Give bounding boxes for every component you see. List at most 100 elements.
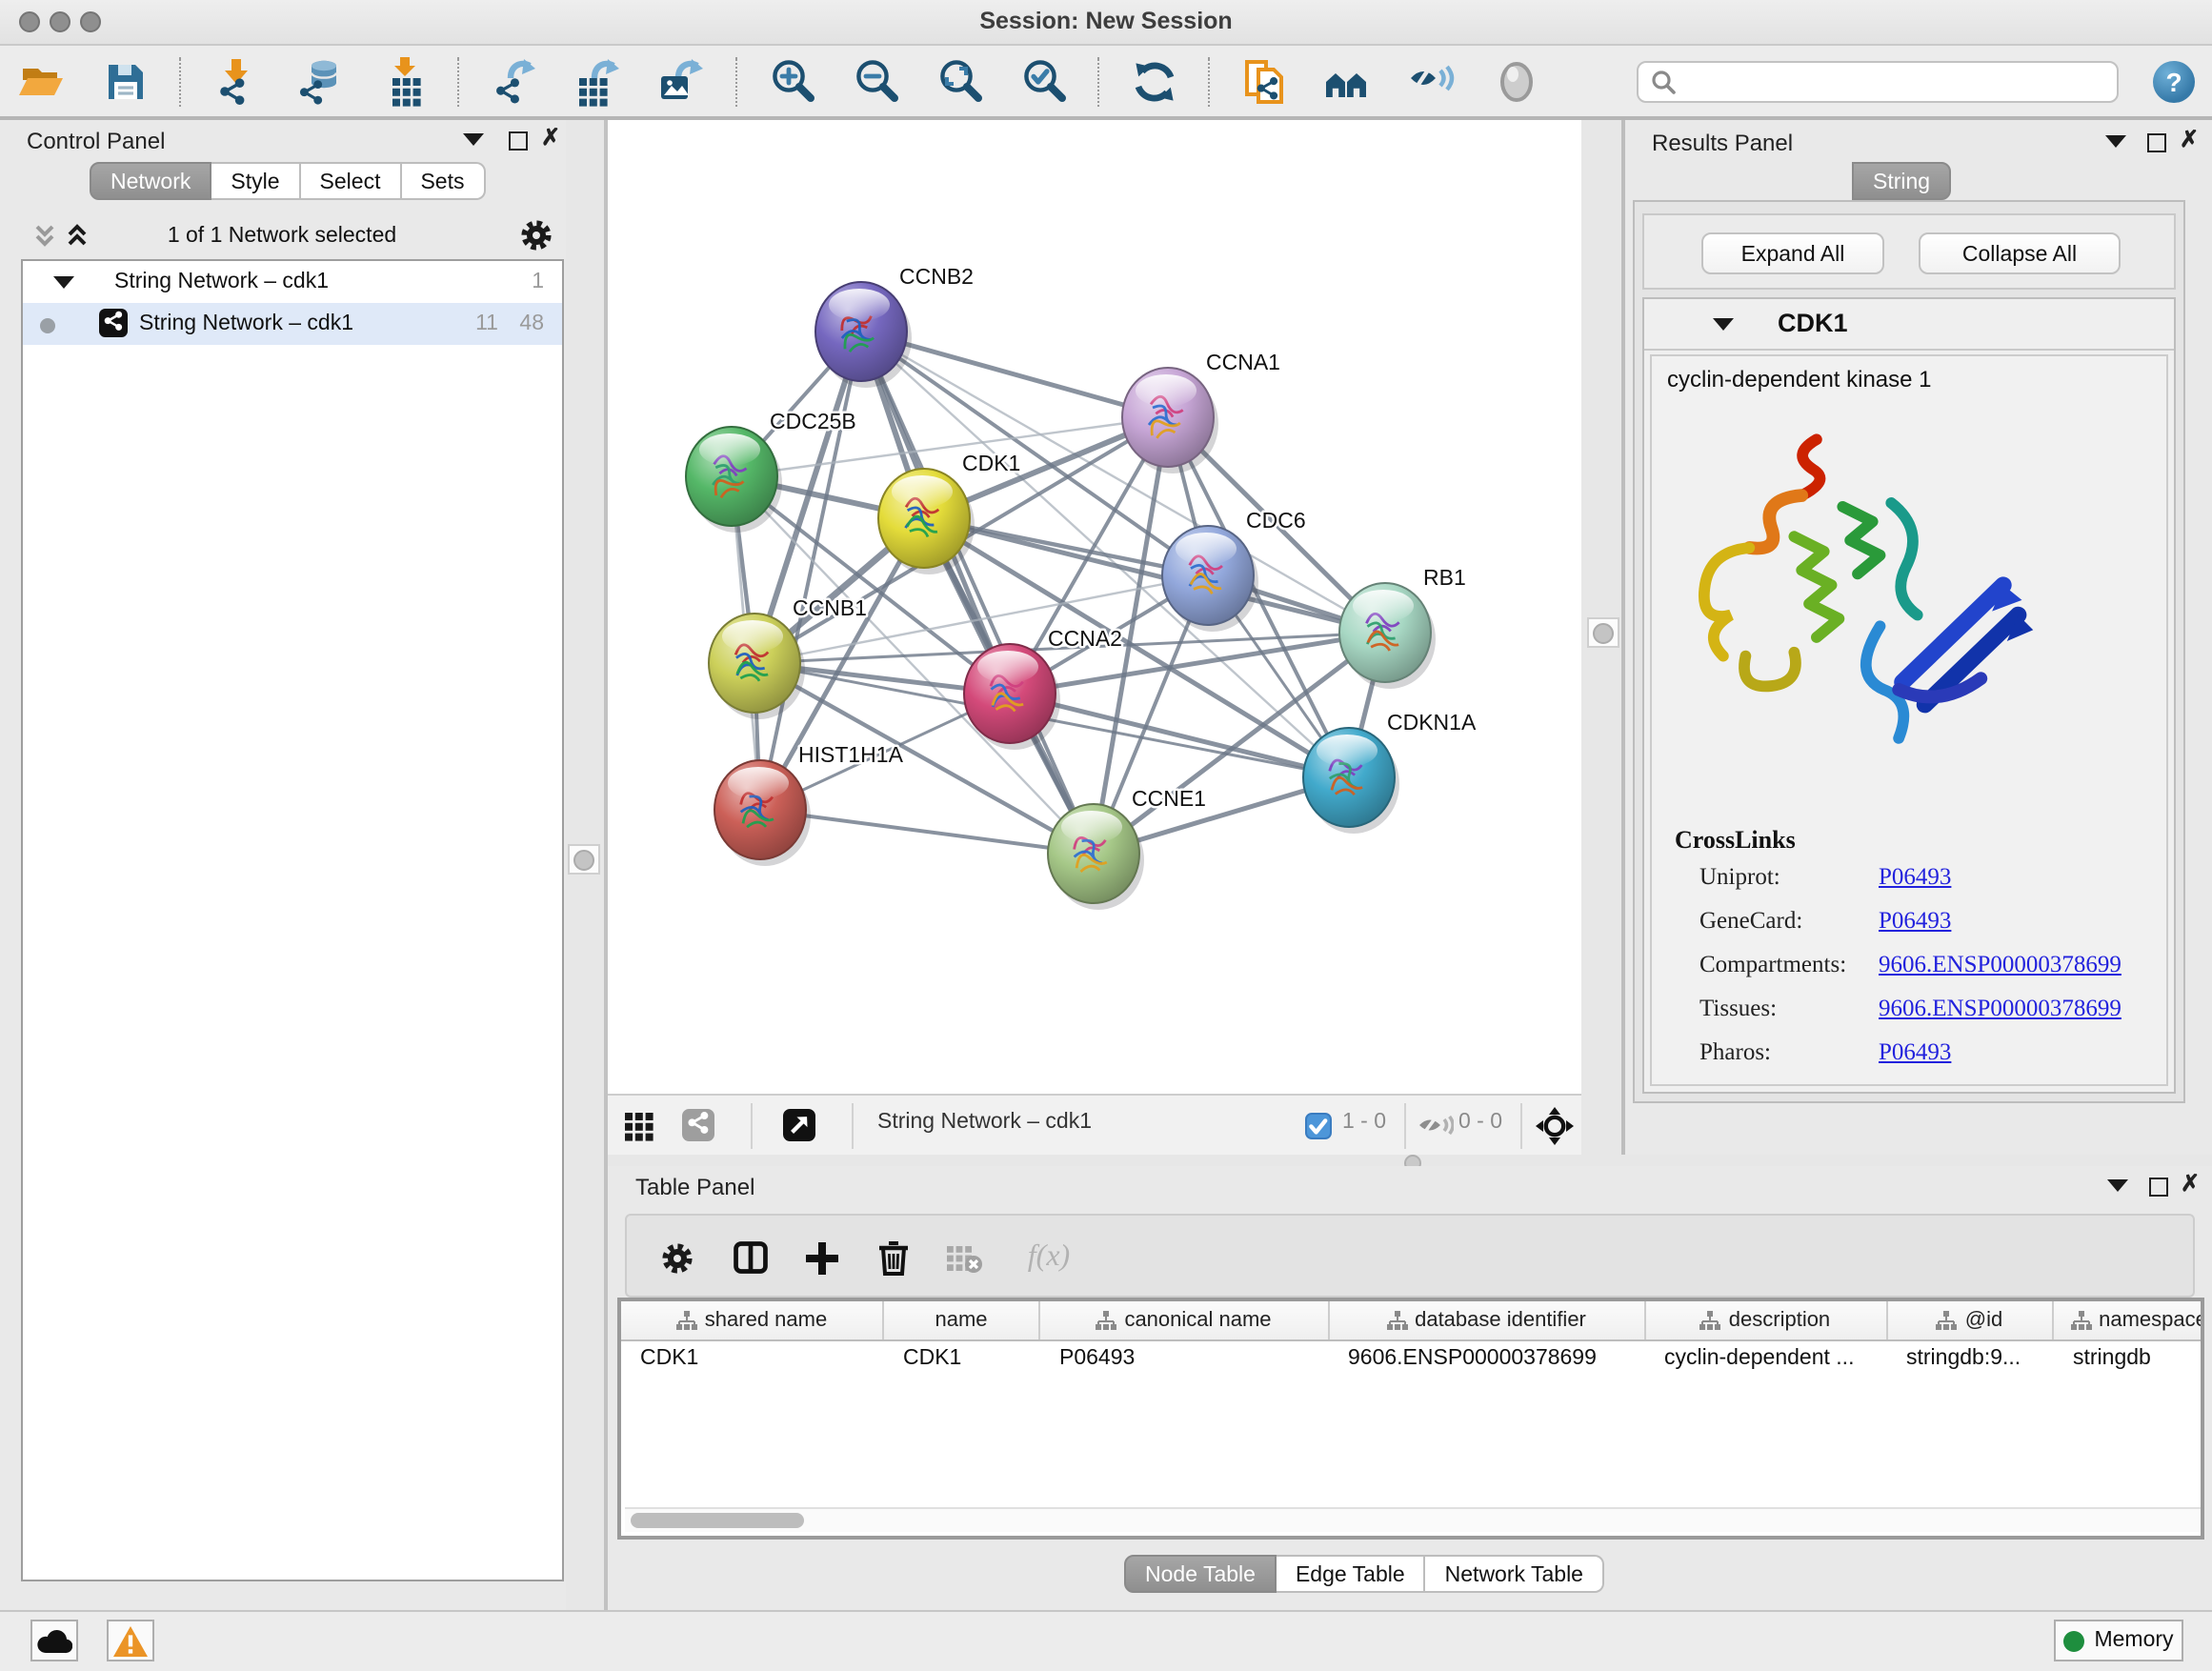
crosslink-row: Compartments:9606.ENSP00000378699 xyxy=(1699,951,2157,979)
warnings-button[interactable] xyxy=(107,1620,154,1661)
crosslink-link[interactable]: P06493 xyxy=(1879,1038,1951,1067)
expand-all-button[interactable]: Expand All xyxy=(1701,232,1884,274)
column-header-database-identifier[interactable]: database identifier xyxy=(1329,1301,1645,1339)
clipboard-network-button[interactable] xyxy=(1233,52,1297,110)
network-node[interactable] xyxy=(1338,583,1435,689)
export-image-button[interactable] xyxy=(650,52,714,110)
open-session-button[interactable] xyxy=(10,52,74,110)
table-h-scrollbar[interactable] xyxy=(625,1507,2201,1532)
refresh-view-button[interactable] xyxy=(1122,52,1187,110)
crosslink-link[interactable]: 9606.ENSP00000378699 xyxy=(1879,951,2122,979)
network-node[interactable] xyxy=(877,469,974,574)
tab-node-table[interactable]: Node Table xyxy=(1124,1555,1277,1593)
zoom-selected-button[interactable] xyxy=(1012,52,1076,110)
network-view[interactable]: CCNB2CCNA1CDC25BCDK1CDC6RB1CCNB1CCNA2CDK… xyxy=(607,120,1581,1094)
search-box[interactable] xyxy=(1637,60,2119,102)
control-panel: Control Panel ✗ NetworkStyleSelectSets 1… xyxy=(0,120,565,1610)
node-details-section: CDK1 cyclin-dependent kinase 1 xyxy=(1642,297,2176,1094)
network-canvas[interactable]: CCNB2CCNA1CDC25BCDK1CDC6RB1CCNB1CCNA2CDK… xyxy=(607,120,1581,1094)
table-h-scrollbar-thumb[interactable] xyxy=(631,1513,804,1528)
tab-edge-table[interactable]: Edge Table xyxy=(1277,1555,1426,1593)
tab-network[interactable]: Network xyxy=(90,162,211,200)
right-splitter-handle[interactable] xyxy=(1587,617,1619,648)
help-button[interactable]: ? xyxy=(2153,60,2195,102)
export-table-button[interactable] xyxy=(566,52,631,110)
control-panel-close-button[interactable]: ✗ xyxy=(541,124,560,151)
table-cell[interactable]: P06493 xyxy=(1040,1341,1329,1379)
zoom-fit-button[interactable] xyxy=(928,52,993,110)
import-network-database-icon xyxy=(295,56,345,106)
selected-checkbox-icon[interactable] xyxy=(1304,1113,1331,1139)
memory-button[interactable]: Memory xyxy=(2054,1620,2183,1661)
table-cell[interactable]: 9606.ENSP00000378699 xyxy=(1329,1341,1645,1379)
results-panel-float-button[interactable] xyxy=(2105,133,2126,149)
network-node[interactable] xyxy=(1121,368,1217,473)
crosslink-link[interactable]: P06493 xyxy=(1879,907,1951,936)
table-panel-maximize-button[interactable] xyxy=(2148,1178,2167,1197)
network-options-gear-icon[interactable] xyxy=(520,219,553,252)
cloud-button[interactable] xyxy=(30,1620,78,1661)
import-table-file-button[interactable] xyxy=(372,52,436,110)
control-panel-maximize-button[interactable] xyxy=(509,131,528,151)
network-node[interactable] xyxy=(814,282,911,388)
open-in-window-icon[interactable] xyxy=(782,1109,814,1141)
delete-column-icon[interactable] xyxy=(872,1237,914,1278)
hide-details-button[interactable] xyxy=(1400,52,1465,110)
column-header-@id[interactable]: @id xyxy=(1887,1301,2054,1339)
column-header-description[interactable]: description xyxy=(1645,1301,1887,1339)
crosslink-link[interactable]: P06493 xyxy=(1879,863,1951,892)
control-panel-float-button[interactable] xyxy=(463,131,484,147)
section-disclosure-icon[interactable] xyxy=(1713,316,1734,332)
table-panel-float-button[interactable] xyxy=(2106,1178,2127,1193)
network-node[interactable] xyxy=(685,427,781,533)
column-header-canonical-name[interactable]: canonical name xyxy=(1040,1301,1329,1339)
zoom-in-button[interactable] xyxy=(760,52,825,110)
column-header-namespace[interactable]: namespace xyxy=(2054,1301,2204,1339)
column-header-shared-name[interactable]: shared name xyxy=(621,1301,884,1339)
table-gear-icon[interactable] xyxy=(656,1237,698,1278)
tab-select[interactable]: Select xyxy=(301,162,402,200)
import-network-file-button[interactable] xyxy=(204,52,269,110)
network-edge[interactable] xyxy=(860,332,1093,854)
collection-disclosure-icon[interactable] xyxy=(53,273,74,289)
table-cell[interactable]: CDK1 xyxy=(884,1341,1040,1379)
crosslink-link[interactable]: 9606.ENSP00000378699 xyxy=(1879,995,2122,1023)
table-cell[interactable]: CDK1 xyxy=(621,1341,884,1379)
fit-selected-crosshair-icon[interactable] xyxy=(1535,1107,1573,1145)
birds-eye-view-icon[interactable] xyxy=(622,1109,654,1141)
collapse-all-button[interactable]: Collapse All xyxy=(1919,232,2121,274)
network-row-selected[interactable]: String Network – cdk1 11 48 xyxy=(23,302,561,344)
table-cell[interactable]: stringdb:9... xyxy=(1887,1341,2054,1379)
save-session-button[interactable] xyxy=(93,52,158,110)
network-node[interactable] xyxy=(1047,804,1143,910)
table-row[interactable]: CDK1CDK1P064939606.ENSP00000378699cyclin… xyxy=(621,1341,2201,1379)
column-header-name[interactable]: name xyxy=(884,1301,1040,1339)
tab-sets[interactable]: Sets xyxy=(401,162,485,200)
add-column-icon[interactable] xyxy=(801,1237,843,1278)
network-edge[interactable] xyxy=(759,332,860,810)
results-panel-close-button[interactable]: ✗ xyxy=(2180,126,2199,152)
network-node[interactable] xyxy=(714,760,810,866)
tab-network-table[interactable]: Network Table xyxy=(1426,1555,1604,1593)
import-network-database-button[interactable] xyxy=(288,52,352,110)
tab-string[interactable]: String xyxy=(1852,162,1951,200)
network-edge[interactable] xyxy=(923,518,1384,633)
table-cell[interactable]: cyclin-dependent ... xyxy=(1645,1341,1887,1379)
network-node-label: CCNA1 xyxy=(1205,350,1279,374)
columns-icon[interactable] xyxy=(729,1237,771,1278)
homes-button[interactable] xyxy=(1317,52,1381,110)
tab-style[interactable]: Style xyxy=(211,162,300,200)
table-panel-close-button[interactable]: ✗ xyxy=(2181,1170,2200,1197)
table-cell[interactable]: stringdb xyxy=(2054,1341,2204,1379)
network-node[interactable] xyxy=(1161,526,1257,632)
network-node[interactable] xyxy=(1302,728,1398,834)
search-input[interactable] xyxy=(1684,68,2105,94)
results-panel-maximize-button[interactable] xyxy=(2147,133,2166,152)
export-network-button[interactable] xyxy=(482,52,547,110)
zoom-out-button[interactable] xyxy=(844,52,909,110)
string-network-badge-icon[interactable] xyxy=(681,1109,714,1141)
column-label: description xyxy=(1729,1309,1830,1332)
left-splitter-handle[interactable] xyxy=(568,844,600,875)
network-collection-row[interactable]: String Network – cdk1 1 xyxy=(23,260,561,302)
node-section-header[interactable]: CDK1 xyxy=(1644,299,2174,351)
